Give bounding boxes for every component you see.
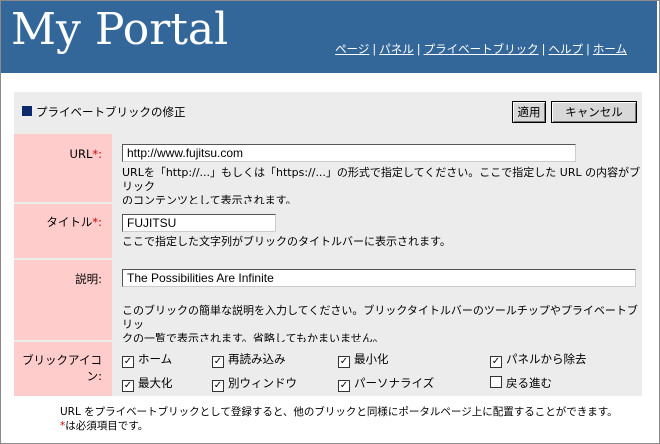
brick-icons-row: ブリックアイコン: ✓ ホーム ✓ 再読み込み ✓ 最小化 ✓ パネルから除去 ✓ 最大化… <box>14 342 642 396</box>
description-help-text: このブリックの簡単な説明を入力してください。ブリックタイトルバーのツールチップや… <box>122 304 638 345</box>
nav-link-private-brick[interactable]: プライベートブリック <box>424 42 539 56</box>
url-input[interactable] <box>122 144 576 162</box>
nav-link-home[interactable]: ホーム <box>593 42 627 56</box>
checkbox[interactable]: ✓ <box>212 380 224 392</box>
edit-brick-panel: プライベートブリックの修正 適用 キャンセル URL*: URLを「http:/… <box>14 92 642 396</box>
icon-option-home[interactable]: ✓ ホーム <box>122 351 172 368</box>
checkbox[interactable]: ✓ <box>122 380 134 392</box>
url-label: URL*: <box>14 134 112 202</box>
description-input[interactable] <box>122 269 636 287</box>
title-input[interactable] <box>122 214 276 232</box>
title-row: タイトル*: ここで指定した文字列がブリックのタイトルバーに表示されます。 <box>14 204 642 258</box>
url-row: URL*: URLを「http://...」もしくは「https://...」の… <box>14 134 642 207</box>
square-bullet-icon <box>22 106 32 116</box>
checkbox[interactable]: ✓ <box>338 356 350 368</box>
checkbox[interactable] <box>490 376 502 388</box>
footer-line-1: URL をプライベートブリックとして登録すると、他のブリックと同様にポータルペー… <box>60 406 618 418</box>
brick-icons-label: ブリックアイコン: <box>14 342 112 396</box>
nav-link-panel[interactable]: パネル <box>379 42 414 56</box>
icon-option-remove-from-panel[interactable]: ✓ パネルから除去 <box>490 351 587 368</box>
url-help-text: URLを「http://...」もしくは「https://...」の形式で指定し… <box>122 166 641 207</box>
description-label: 説明: <box>14 260 112 340</box>
portal-title: My Portal <box>11 4 229 55</box>
cancel-button[interactable]: キャンセル <box>551 101 637 123</box>
panel-title: プライベートブリックの修正 <box>36 105 186 119</box>
title-label: タイトル*: <box>14 204 112 258</box>
icon-option-new-window[interactable]: ✓ 別ウィンドウ <box>212 375 297 392</box>
icon-option-back-forward[interactable]: 戻る進む <box>490 375 552 391</box>
checkbox[interactable]: ✓ <box>122 356 134 368</box>
top-nav: ページ | パネル | プライベートブリック | ヘルプ | ホーム <box>335 42 627 56</box>
panel-header: プライベートブリックの修正 適用 キャンセル <box>14 92 642 132</box>
footer-note: URL をプライベートブリックとして登録すると、他のブリックと同様にポータルペー… <box>60 405 618 433</box>
checkbox[interactable]: ✓ <box>212 356 224 368</box>
icon-option-personalize[interactable]: ✓ パーソナライズ <box>338 375 434 392</box>
nav-link-help[interactable]: ヘルプ <box>548 42 583 56</box>
icon-option-maximize[interactable]: ✓ 最大化 <box>122 375 173 392</box>
nav-link-page[interactable]: ページ <box>335 42 369 56</box>
icon-options: ✓ ホーム ✓ 再読み込み ✓ 最小化 ✓ パネルから除去 ✓ 最大化 ✓ 別ウィンドウ ✓… <box>114 342 642 396</box>
footer-line-2: *は必須項目です。 <box>60 420 149 432</box>
portal-header: My Portal ページ | パネル | プライベートブリック | ヘルプ | ホーム <box>1 1 657 73</box>
title-help-text: ここで指定した文字列がブリックのタイトルバーに表示されます。 <box>122 235 451 248</box>
icon-option-minimize[interactable]: ✓ 最小化 <box>338 351 389 368</box>
checkbox[interactable]: ✓ <box>490 356 502 368</box>
icon-option-reload[interactable]: ✓ 再読み込み <box>212 351 286 368</box>
apply-button[interactable]: 適用 <box>512 101 546 123</box>
description-row: 説明: このブリックの簡単な説明を入力してください。ブリックタイトルバーのツール… <box>14 260 642 345</box>
checkbox[interactable]: ✓ <box>338 380 350 392</box>
